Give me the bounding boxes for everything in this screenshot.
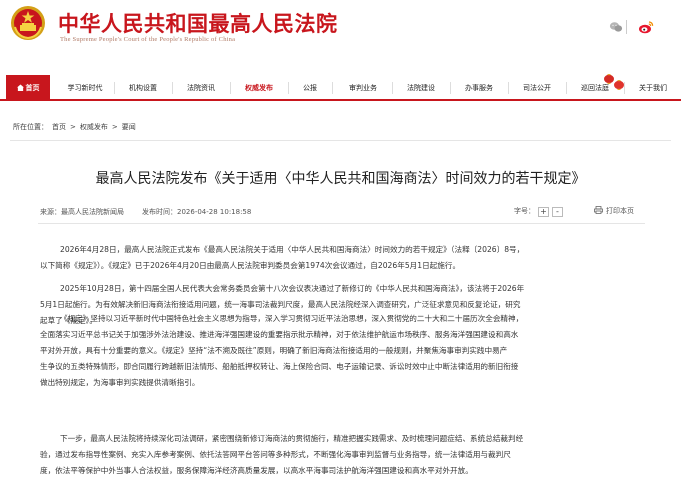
nav-item-gazette[interactable]: 公报 xyxy=(292,75,328,101)
nav-item-court-building[interactable]: 法院建设 xyxy=(396,75,446,101)
paragraph-line: 以下简称《规定》）。《规定》已于2026年4月20日由最高人民法院审判委员会第1… xyxy=(40,261,461,270)
breadcrumb-divider xyxy=(10,140,671,141)
nav-divider xyxy=(450,82,451,94)
site-header: 中华人民共和国最高人民法院 The Supreme People's Court… xyxy=(0,0,681,72)
nav-divider xyxy=(288,82,289,94)
nav-item-about-us[interactable]: 关于我们 xyxy=(628,75,678,101)
print-button[interactable]: 打印本页 xyxy=(594,206,634,216)
paragraph-line: 平对外开放，具有十分重要的意义。《规定》坚持“法不溯及既往”原则，明确了新旧海商… xyxy=(40,346,508,355)
article-paragraph: 2026年4月28日，最高人民法院正式发布《最高人民法院关于适用〈中华人民共和国… xyxy=(40,242,647,274)
main-nav: 首页 学习新时代 机构设置 法院资讯 权威发布 公报 审判业务 法院建设 办事服… xyxy=(0,74,681,101)
breadcrumb: 所在位置： 首页 > 权威发布 > 要闻 xyxy=(13,122,140,132)
nav-divider xyxy=(114,82,115,94)
nav-divider xyxy=(332,82,333,94)
nav-item-home[interactable]: 首页 xyxy=(6,75,50,101)
printer-icon xyxy=(594,206,603,214)
weibo-icon[interactable] xyxy=(638,19,654,35)
paragraph-line: 度，依法平等保护中外当事人合法权益，服务保障海洋经济高质量发展，以高水平海事司法… xyxy=(40,466,473,475)
red-lantern-icon xyxy=(614,80,624,90)
article-paragraph: 下一步，最高人民法院将持续深化司法调研，紧密围绕新修订海商法的贯彻施行，精准把握… xyxy=(40,431,647,479)
national-emblem-icon[interactable] xyxy=(10,5,46,41)
font-size-label: 字号： xyxy=(514,207,535,215)
breadcrumb-prefix: 所在位置： xyxy=(13,123,48,131)
nav-divider xyxy=(172,82,173,94)
article-publish-time: 发布时间：2026-04-28 10:18:58 xyxy=(142,208,252,216)
wechat-icon[interactable] xyxy=(609,20,623,34)
article-paragraph: 《规定》坚持以习近平新时代中国特色社会主义思想为指导，深入学习贯彻习近平法治思想… xyxy=(40,311,647,391)
breadcrumb-headlines[interactable]: 要闻 xyxy=(122,123,136,131)
nav-item-trial-business[interactable]: 审判业务 xyxy=(338,75,388,101)
font-size-controls: 字号： + - xyxy=(514,206,563,217)
article-meta: 来源：最高人民法院新闻局 发布时间：2026-04-28 10:18:58 xyxy=(40,207,251,217)
nav-item-services[interactable]: 办事服务 xyxy=(454,75,504,101)
site-title[interactable]: 中华人民共和国最高人民法院 xyxy=(58,8,338,38)
paragraph-line: 下一步，最高人民法院将持续深化司法调研，紧密围绕新修订海商法的贯彻施行，精准把握… xyxy=(60,434,524,443)
paragraph-line: 验，通过发布指导性案例、充实入库参考案例、依托法答网平台答问等多种形式，不断强化… xyxy=(40,450,511,459)
home-icon xyxy=(16,84,24,91)
nav-item-label: 首页 xyxy=(25,84,40,92)
breadcrumb-authoritative-release[interactable]: 权威发布 xyxy=(80,123,108,131)
nav-item-organization[interactable]: 机构设置 xyxy=(118,75,168,101)
nav-item-authoritative-release[interactable]: 权威发布 xyxy=(234,75,284,101)
paragraph-line: 《规定》坚持以习近平新时代中国特色社会主义思想为指导，深入学习贯彻习近平法治思想… xyxy=(60,314,524,323)
nav-item-judicial-openness[interactable]: 司法公开 xyxy=(512,75,562,101)
paragraph-line: 全面落实习近平总书记关于加强涉外法治建设、推进海洋强国建设的重要指示批示精神，对… xyxy=(40,330,519,339)
font-increase-button[interactable]: + xyxy=(538,207,549,217)
nav-divider xyxy=(566,82,567,94)
font-decrease-button[interactable]: - xyxy=(552,207,563,217)
nav-divider xyxy=(392,82,393,94)
nav-item-court-news[interactable]: 法院资讯 xyxy=(176,75,226,101)
paragraph-line: 2026年4月28日，最高人民法院正式发布《最高人民法院关于适用〈中华人民共和国… xyxy=(60,245,525,254)
meta-divider xyxy=(38,223,645,224)
breadcrumb-separator: > xyxy=(111,123,118,131)
nav-divider xyxy=(508,82,509,94)
paragraph-line: 生争议的五类特殊情形，即合同履行跨越新旧法情形、船舶抵押权转让、海上保险合同、电… xyxy=(40,362,519,371)
nav-divider xyxy=(230,82,231,94)
nav-item-study[interactable]: 学习新时代 xyxy=(60,75,110,101)
article-title: 最高人民法院发布《关于适用〈中华人民共和国海商法〉时间效力的若干规定》 xyxy=(95,171,586,187)
site-subtitle: The Supreme People's Court of the People… xyxy=(60,36,236,43)
breadcrumb-separator: > xyxy=(70,123,76,131)
paragraph-line: 2025年10月28日，第十四届全国人民代表大会常务委员会第十八次会议表决通过了… xyxy=(60,284,525,293)
article-source: 来源：最高人民法院新闻局 xyxy=(40,208,124,216)
header-divider xyxy=(626,20,627,34)
paragraph-line: 做出特别规定，为海事审判实践提供清晰指引。 xyxy=(40,378,200,387)
breadcrumb-home[interactable]: 首页 xyxy=(52,123,66,131)
print-label: 打印本页 xyxy=(606,207,634,215)
